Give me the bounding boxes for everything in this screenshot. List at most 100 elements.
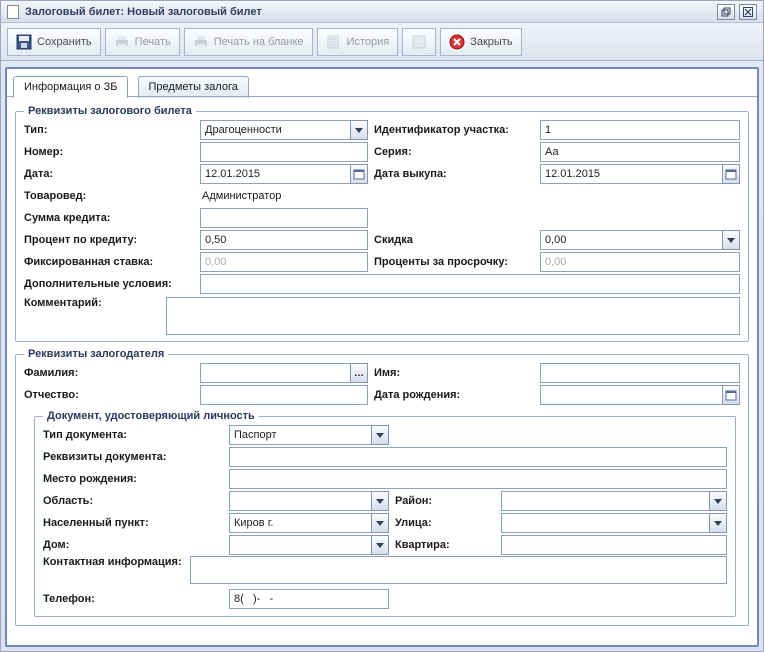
discount-combobox[interactable]: [540, 230, 740, 250]
label-dob: Дата рождения:: [374, 389, 534, 401]
restore-icon: [721, 7, 731, 17]
label-merch: Товаровед:: [24, 190, 194, 202]
phone-input[interactable]: [229, 589, 389, 609]
chevron-down-icon[interactable]: [722, 230, 740, 250]
comment-textarea[interactable]: [166, 297, 740, 335]
close-window-button[interactable]: [739, 4, 757, 20]
label-number: Номер:: [24, 146, 194, 158]
history-label: История: [347, 36, 390, 48]
apt-input[interactable]: [501, 535, 727, 555]
region-input[interactable]: [229, 491, 389, 511]
tab-panel-info: Реквизиты залогового билета Тип: Идентиф…: [7, 97, 757, 645]
label-city: Населенный пункт:: [43, 517, 223, 529]
fixed-input: [200, 252, 368, 272]
date-input[interactable]: [200, 164, 368, 184]
label-contact: Контактная информация:: [43, 556, 184, 568]
pledger-fieldset: Реквизиты залогодателя Фамилия: … Имя: О…: [15, 348, 749, 626]
label-doc-type: Тип документа:: [43, 429, 223, 441]
label-date: Дата:: [24, 168, 194, 180]
type-combobox[interactable]: [200, 120, 368, 140]
printer-icon: [114, 34, 130, 50]
district-combobox[interactable]: [501, 491, 727, 511]
calendar-icon[interactable]: [722, 385, 740, 405]
close-red-icon: [449, 34, 465, 50]
client-area: Информация о ЗБ Предметы залога Реквизит…: [5, 67, 759, 647]
label-extra: Дополнительные условия:: [24, 278, 194, 290]
tab-items[interactable]: Предметы залога: [138, 76, 249, 98]
history-button: История: [317, 28, 399, 56]
type-input[interactable]: [200, 120, 368, 140]
calendar-icon[interactable]: [722, 164, 740, 184]
calendar-icon[interactable]: [350, 164, 368, 184]
window: Залоговый билет: Новый залоговый билет С…: [0, 0, 764, 652]
rate-input[interactable]: [200, 230, 368, 250]
city-combobox[interactable]: [229, 513, 389, 533]
series-input[interactable]: [540, 142, 740, 162]
label-doc-details: Реквизиты документа:: [43, 451, 223, 463]
doc-type-combobox[interactable]: [229, 425, 389, 445]
doc-details-input[interactable]: [229, 447, 727, 467]
label-comment: Комментарий:: [24, 297, 160, 309]
titlebar: Залоговый билет: Новый залоговый билет: [1, 1, 763, 23]
floppy-icon: [16, 34, 32, 50]
redeem-input[interactable]: [540, 164, 740, 184]
blank-tool-icon: [411, 34, 427, 50]
close-icon: [743, 7, 753, 17]
tabstrip: Информация о ЗБ Предметы залога: [7, 69, 757, 97]
label-type: Тип:: [24, 124, 194, 136]
firstname-input[interactable]: [540, 363, 740, 383]
print-label: Печать: [135, 36, 171, 48]
document-icon: [7, 5, 19, 19]
number-input[interactable]: [200, 142, 368, 162]
label-firstname: Имя:: [374, 367, 534, 379]
close-button[interactable]: Закрыть: [440, 28, 521, 56]
doc-type-input[interactable]: [229, 425, 389, 445]
label-overdue: Проценты за просрочку:: [374, 256, 534, 268]
extra-input[interactable]: [200, 274, 740, 294]
chevron-down-icon[interactable]: [350, 120, 368, 140]
extra-button: [402, 28, 436, 56]
label-district: Район:: [395, 495, 495, 507]
save-button[interactable]: Сохранить: [7, 28, 101, 56]
label-site-id: Идентификатор участка:: [374, 124, 534, 136]
chevron-down-icon[interactable]: [371, 535, 389, 555]
restore-button[interactable]: [717, 4, 735, 20]
chevron-down-icon[interactable]: [371, 491, 389, 511]
chevron-down-icon[interactable]: [371, 425, 389, 445]
house-combobox[interactable]: [229, 535, 389, 555]
site-id-input[interactable]: [540, 120, 740, 140]
redeem-date-picker[interactable]: [540, 164, 740, 184]
chevron-down-icon[interactable]: [371, 513, 389, 533]
street-combobox[interactable]: [501, 513, 727, 533]
street-input[interactable]: [501, 513, 727, 533]
print-button: Печать: [105, 28, 180, 56]
save-label: Сохранить: [37, 36, 92, 48]
label-discount: Скидка: [374, 234, 534, 246]
merch-value: Администратор: [200, 190, 281, 202]
date-picker[interactable]: [200, 164, 368, 184]
city-input[interactable]: [229, 513, 389, 533]
label-house: Дом:: [43, 539, 223, 551]
contact-textarea[interactable]: [190, 556, 727, 584]
label-birthplace: Место рождения:: [43, 473, 223, 485]
tab-info[interactable]: Информация о ЗБ: [13, 76, 128, 98]
middlename-input[interactable]: [200, 385, 368, 405]
district-input[interactable]: [501, 491, 727, 511]
label-apt: Квартира:: [395, 539, 495, 551]
label-phone: Телефон:: [43, 593, 223, 605]
chevron-down-icon[interactable]: [709, 491, 727, 511]
dob-picker[interactable]: [540, 385, 740, 405]
lastname-input[interactable]: [200, 363, 368, 383]
lookup-icon[interactable]: …: [350, 363, 368, 383]
label-fixed: Фиксированная ставка:: [24, 256, 194, 268]
loan-input[interactable]: [200, 208, 368, 228]
house-input[interactable]: [229, 535, 389, 555]
birthplace-input[interactable]: [229, 469, 727, 489]
dob-input[interactable]: [540, 385, 740, 405]
region-combobox[interactable]: [229, 491, 389, 511]
discount-input[interactable]: [540, 230, 740, 250]
document-legend: Документ, удостоверяющий личность: [43, 410, 259, 422]
label-series: Серия:: [374, 146, 534, 158]
lastname-picker[interactable]: …: [200, 363, 368, 383]
chevron-down-icon[interactable]: [709, 513, 727, 533]
